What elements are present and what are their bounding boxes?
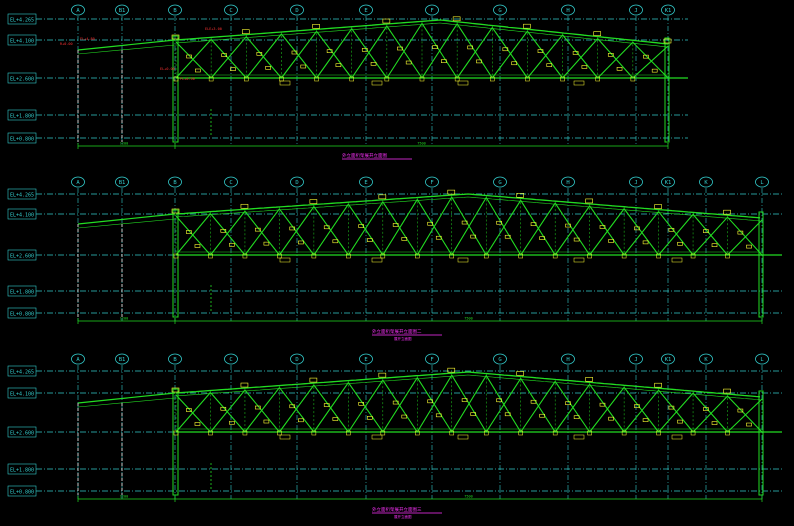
svg-text:E: E [364, 8, 367, 14]
level-label: EL+4.100 [10, 392, 34, 398]
red-tag: FL+0.50 [180, 77, 195, 81]
level-label: EL+1.800 [10, 290, 34, 296]
level-label: EL+4.265 [10, 18, 34, 24]
dimension-text: 7500 [464, 317, 472, 321]
elevation-subtitle: 展开立面图 [394, 514, 412, 519]
red-tag: FL+4.80 [80, 37, 95, 41]
svg-text:H: H [566, 8, 569, 14]
svg-text:C: C [229, 357, 232, 363]
level-label: EL+1.800 [10, 468, 34, 474]
red-tag: R+0.00 [60, 42, 73, 46]
svg-text:G: G [498, 180, 501, 186]
dimension-text: 1200 [120, 317, 128, 321]
svg-text:F: F [430, 357, 433, 363]
dimension-text: 7500 [417, 142, 425, 146]
dimension-text: 1200 [120, 495, 128, 499]
svg-text:J: J [634, 8, 637, 14]
svg-text:B1: B1 [119, 8, 126, 14]
svg-text:J: J [634, 180, 637, 186]
svg-text:E: E [364, 357, 367, 363]
svg-text:F: F [430, 180, 433, 186]
elevation-title-text: 外立面桁架展开立面图 [342, 152, 387, 159]
level-label: EL+4.100 [10, 213, 34, 219]
svg-text:D: D [295, 180, 298, 186]
elevation-title-text: 外立面桁架展开立面图三 [372, 506, 422, 513]
dimension-text: 7500 [464, 495, 472, 499]
level-label: EL+2.600 [10, 431, 34, 437]
svg-text:H: H [566, 357, 569, 363]
dimension-text: 1200 [120, 142, 128, 146]
svg-text:K1: K1 [665, 357, 672, 363]
svg-text:B1: B1 [119, 357, 126, 363]
level-label: EL+4.100 [10, 39, 34, 45]
level-label: EL+2.600 [10, 77, 34, 83]
svg-text:C: C [229, 180, 232, 186]
level-label: EL+4.265 [10, 193, 34, 199]
level-label: EL+1.800 [10, 114, 34, 120]
elevation-title-text: 外立面桁架展开立面图二 [372, 328, 422, 335]
svg-text:D: D [295, 357, 298, 363]
svg-text:G: G [498, 8, 501, 14]
red-tag: EL+0.00 [160, 67, 175, 71]
level-label: EL+0.800 [10, 312, 34, 318]
level-label: EL+4.265 [10, 370, 34, 376]
svg-text:C: C [229, 8, 232, 14]
red-tag: ELE+3.00 [205, 27, 222, 31]
svg-text:B1: B1 [119, 180, 126, 186]
elevation-subtitle: 展开立面图 [394, 336, 412, 341]
svg-text:F: F [430, 8, 433, 14]
svg-text:K1: K1 [665, 8, 672, 14]
background [0, 0, 794, 526]
svg-text:E: E [364, 180, 367, 186]
svg-text:K1: K1 [665, 180, 672, 186]
svg-text:G: G [498, 357, 501, 363]
level-label: EL+0.800 [10, 490, 34, 496]
level-label: EL+0.800 [10, 137, 34, 143]
level-label: EL+2.600 [10, 254, 34, 260]
svg-text:J: J [634, 357, 637, 363]
drawing-canvas: EL+4.265 EL+4.100 EL+2.600 EL+1.800 EL+0… [0, 0, 794, 526]
svg-text:H: H [566, 180, 569, 186]
svg-text:D: D [295, 8, 298, 14]
